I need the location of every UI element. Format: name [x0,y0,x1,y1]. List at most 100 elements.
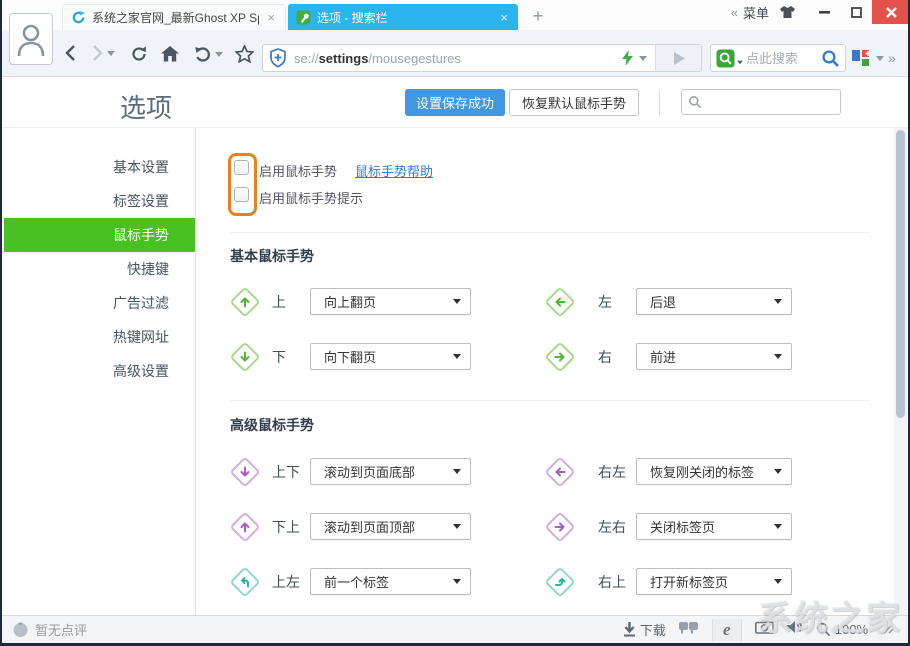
gesture-action-select[interactable]: 前进 [636,343,792,370]
review-badge-icon [12,621,29,638]
url-text[interactable]: se://settings/mousegestures [294,51,622,66]
gesture-action-select[interactable]: 后退 [636,288,792,315]
tab-systemhome[interactable]: 系统之家官网_最新Ghost XP Sp × [62,4,286,30]
resize-grip[interactable] [881,621,894,639]
sidebar-item-shortcuts[interactable]: 快捷键 [4,252,195,286]
undo-button[interactable] [194,45,223,63]
close-button[interactable] [872,0,910,24]
page-zoom-control[interactable]: 100% [816,622,868,637]
undo-history-caret-icon[interactable] [215,52,223,57]
search-engine-caret-icon[interactable] [737,60,743,64]
site-review[interactable]: 暂无点评 [12,620,87,639]
go-button[interactable] [655,45,701,71]
address-bar[interactable]: se://settings/mousegestures [262,44,702,72]
collapse-chevrons-icon[interactable]: « [731,5,738,20]
sidebar-item-ad-filter[interactable]: 广告过滤 [4,286,195,320]
enable-gestures-label: 启用鼠标手势 [259,161,337,180]
security-shield-icon[interactable] [269,48,287,68]
enable-gestures-checkbox[interactable] [234,160,249,175]
gesture-action-select[interactable]: 前一个标签 [310,568,471,595]
gesture-rightup-icon [544,566,575,597]
toolbar-overflow-icon[interactable]: » [888,50,896,66]
scrollbar-thumb[interactable] [896,130,905,418]
window-controls: « 菜单 [731,0,910,24]
gesture-label: 上 [272,292,310,312]
search-box[interactable] [710,44,846,72]
home-button[interactable] [161,46,179,62]
browser-window: 系统之家官网_最新Ghost XP Sp × 选项 - 搜索栏 × + « 菜单 [0,0,910,646]
speed-caret-icon[interactable] [639,56,647,61]
gesture-action-select[interactable]: 滚动到页面底部 [310,458,471,485]
sidebar-item-basic-settings[interactable]: 基本设置 [4,150,195,184]
maximize-button[interactable] [840,0,872,24]
minimize-button[interactable] [808,0,840,24]
flags-icon[interactable] [679,621,699,639]
ie-logo-icon: e [723,620,731,640]
wrench-icon [296,10,311,25]
tab-options[interactable]: 选项 - 搜索栏 × [288,4,518,30]
ie-compatibility-button[interactable]: e [712,619,742,641]
tab-close-icon[interactable]: × [265,10,277,25]
new-tab-button[interactable]: + [527,5,549,27]
gesture-help-link[interactable]: 鼠标手势帮助 [355,161,433,180]
gesture-action-select[interactable]: 打开新标签页 [636,568,792,595]
gesture-action-select[interactable]: 向上翻页 [310,288,471,315]
skin-theme-icon[interactable] [779,5,796,19]
caret-down-icon [774,579,782,584]
sidebar-item-tab-settings[interactable]: 标签设置 [4,184,195,218]
settings-saved-button[interactable]: 设置保存成功 [405,89,505,116]
gesture-row-rightleft: 右左 恢复刚关闭的标签 [548,458,792,485]
url-host: settings [319,51,369,66]
apps-caret-icon[interactable] [876,56,884,61]
section-divider [230,232,870,233]
gesture-label: 右上 [598,572,636,592]
search-submit-icon[interactable] [821,49,840,68]
header-divider [659,90,660,115]
screenshot-icon[interactable] [755,620,774,639]
gesture-row-up: 上 向上翻页 [233,288,471,315]
gesture-row-rightup: 右上 打开新标签页 [548,568,792,595]
gesture-action-select[interactable]: 滚动到页面顶部 [310,513,471,540]
gesture-label: 下 [272,347,310,367]
download-button[interactable]: 下载 [623,620,666,639]
search-input[interactable] [746,51,821,66]
tab-bar: 系统之家官网_最新Ghost XP Sp × 选项 - 搜索栏 × + « 菜单 [0,0,910,30]
caret-down-icon [774,524,782,529]
forward-button[interactable] [92,44,115,62]
sidebar-item-mouse-gestures[interactable]: 鼠标手势 [4,218,195,252]
sidebar-item-advanced-settings[interactable]: 高级设置 [4,354,195,388]
menu-button[interactable]: 菜单 [743,3,769,22]
speed-lightning-icon[interactable] [622,50,633,66]
favorite-star-button[interactable] [235,45,254,63]
gesture-row-downup: 下上 滚动到页面顶部 [233,513,471,540]
search-engine-icon[interactable] [716,49,735,68]
gesture-row-down: 下 向下翻页 [233,343,471,370]
user-avatar[interactable] [9,13,53,65]
apps-grid-icon[interactable] [852,50,884,67]
settings-search-box[interactable] [681,89,841,115]
refresh-button[interactable] [130,45,148,63]
gesture-action-select[interactable]: 关闭标签页 [636,513,792,540]
gesture-label: 上左 [272,572,310,592]
sidebar-item-hotkey-urls[interactable]: 热键网址 [4,320,195,354]
gesture-action-select[interactable]: 向下翻页 [310,343,471,370]
gesture-label: 上下 [272,462,310,482]
url-path: /mousegestures [368,51,461,66]
tab-close-icon[interactable]: × [498,10,510,25]
gesture-downup-icon [229,511,260,542]
zoom-level: 100% [835,622,868,637]
gesture-row-upleft: 上左 前一个标签 [233,568,471,595]
forward-history-caret-icon[interactable] [107,51,115,56]
back-button[interactable] [64,44,76,62]
gesture-tips-checkbox[interactable] [234,187,249,202]
caret-down-icon [774,354,782,359]
speaker-icon[interactable] [787,620,803,639]
gesture-action-select[interactable]: 恢复刚关闭的标签 [636,458,792,485]
restore-default-gestures-button[interactable]: 恢复默认鼠标手势 [509,89,639,116]
caret-down-icon [774,469,782,474]
gesture-right-icon [544,341,575,372]
gesture-label: 右左 [598,462,636,482]
scrollbar-track[interactable] [894,128,907,615]
section-title-basic: 基本鼠标手势 [230,246,314,266]
gesture-tips-label: 启用鼠标手势提示 [259,188,363,207]
